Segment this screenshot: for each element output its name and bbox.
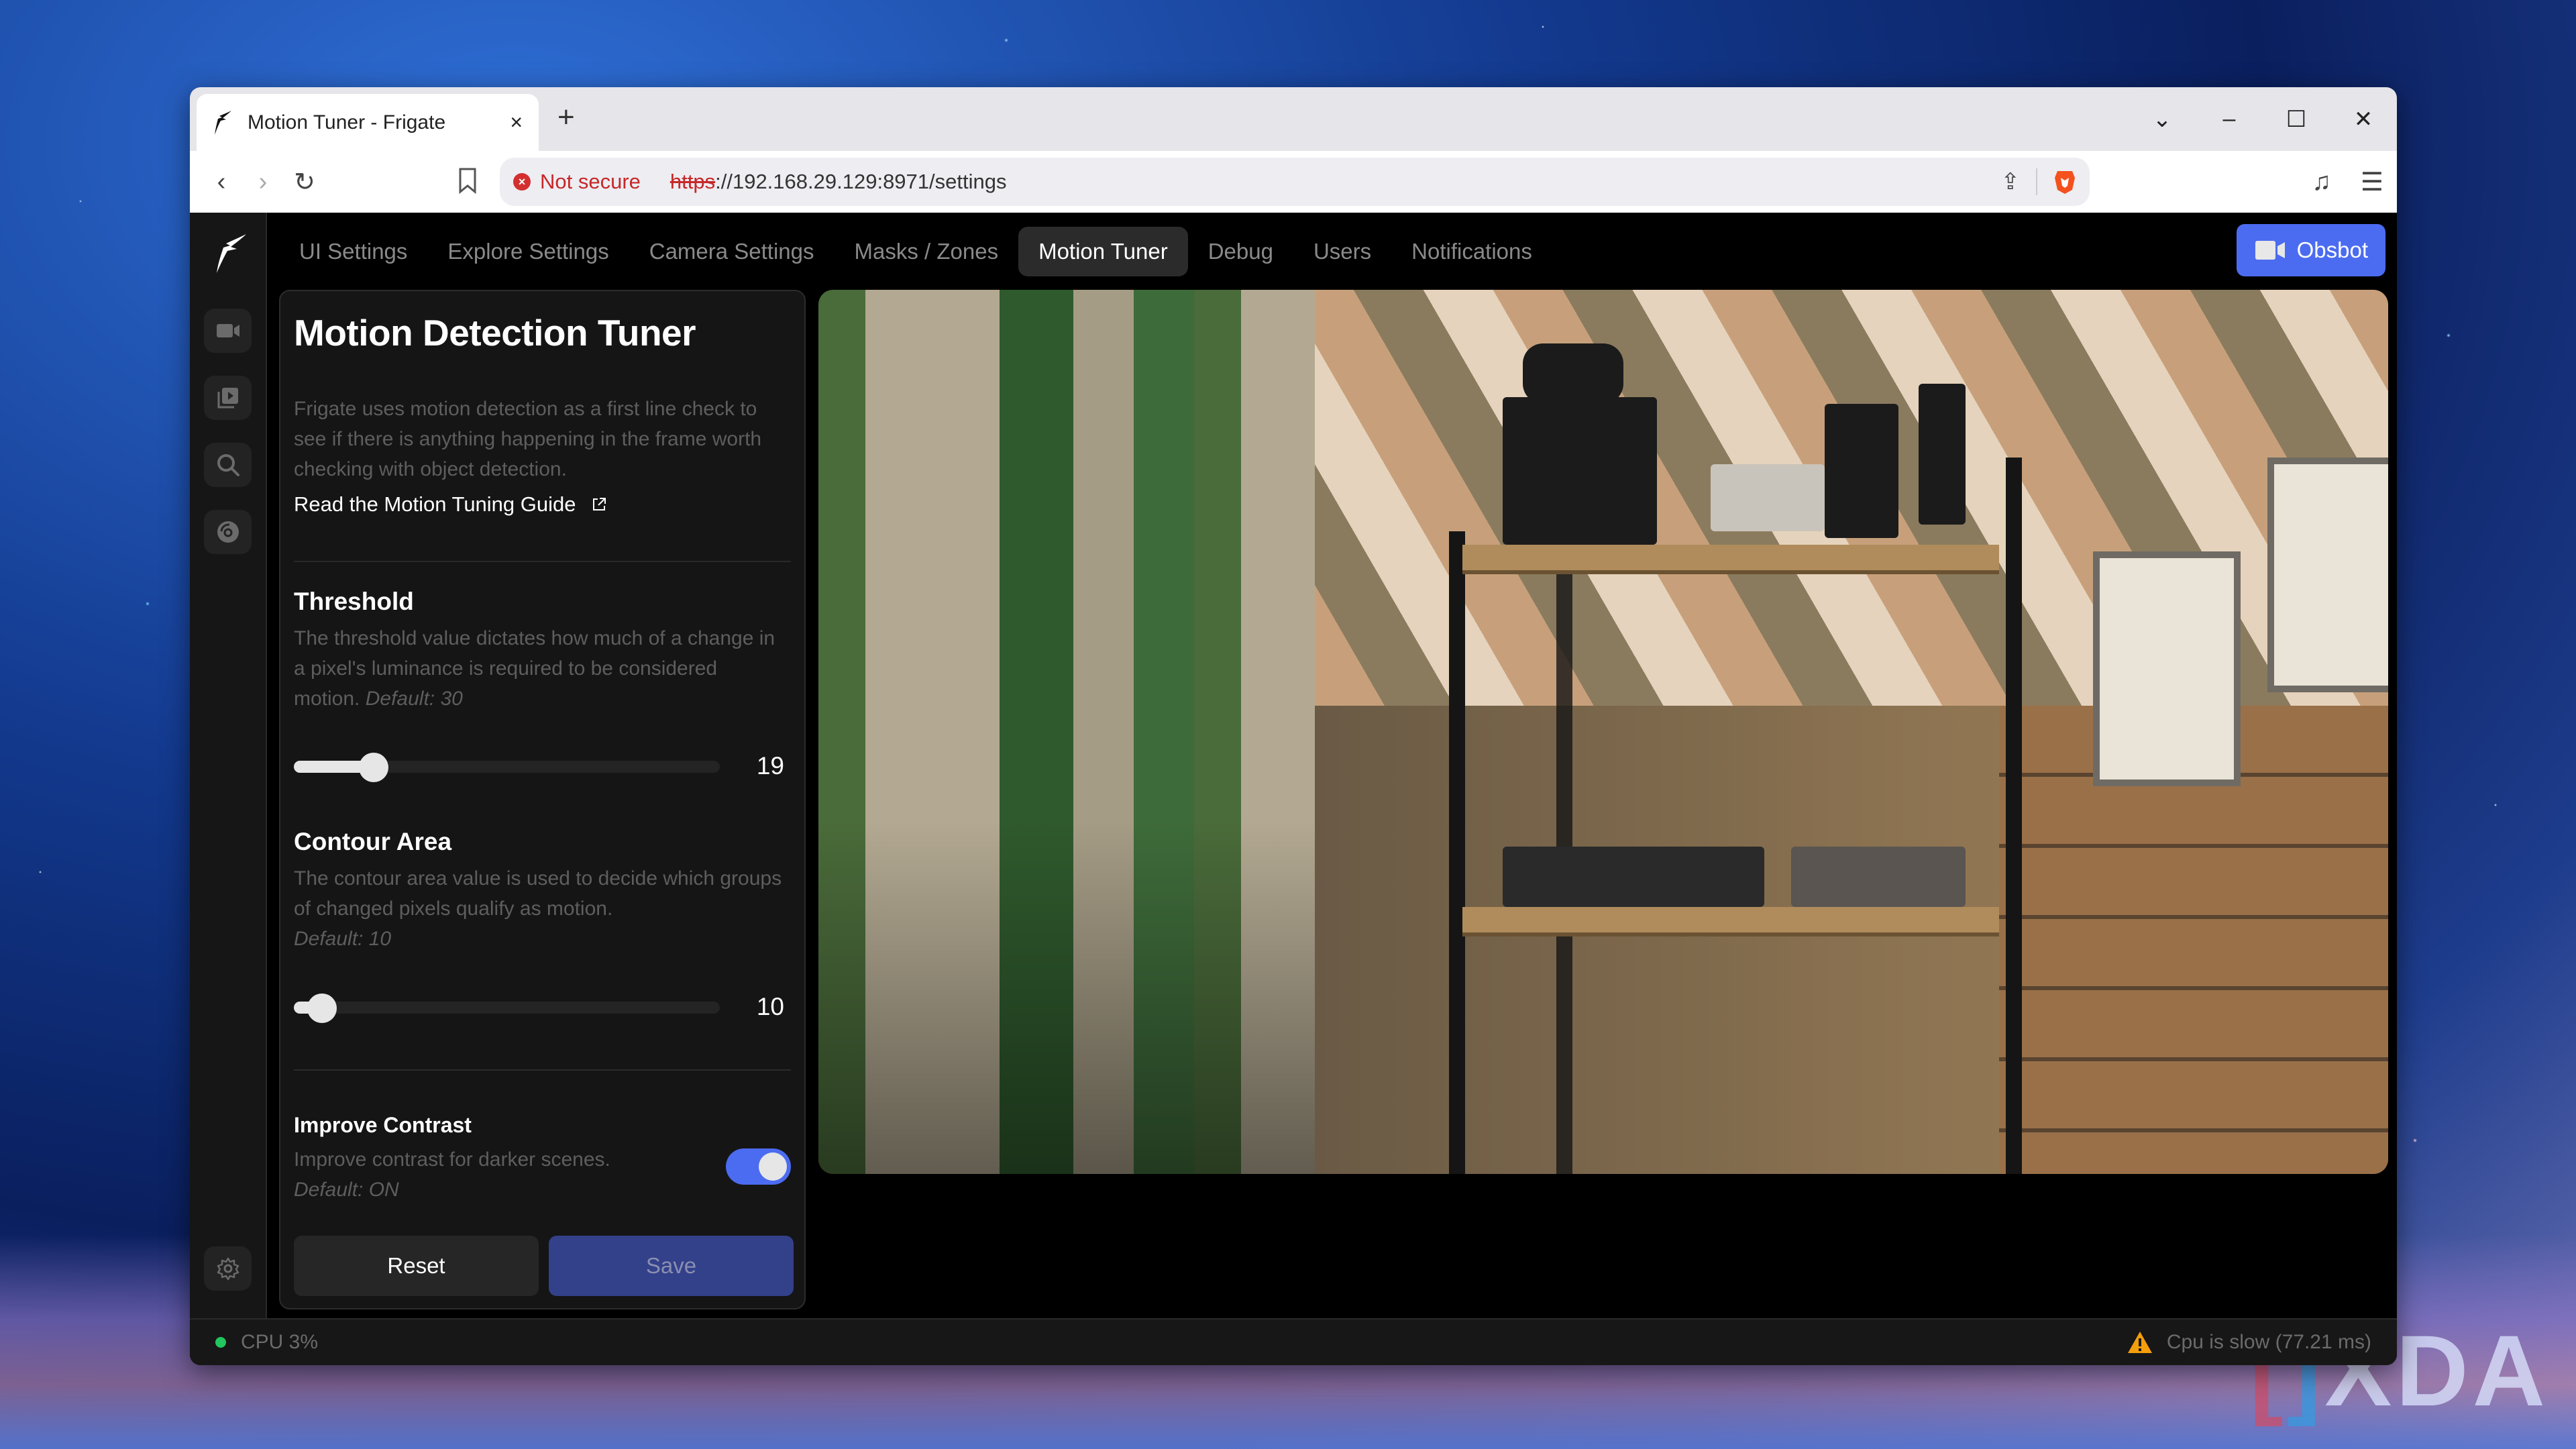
cpu-status-dot	[215, 1337, 226, 1348]
tab-notifications[interactable]: Notifications	[1391, 227, 1552, 276]
address-bar[interactable]: × Not secure https ://192.168.29.129:897…	[500, 158, 2090, 206]
tab-ui-settings[interactable]: UI Settings	[279, 227, 427, 276]
tab-debug[interactable]: Debug	[1188, 227, 1293, 276]
forward-button[interactable]: ›	[242, 168, 284, 197]
toggle-knob	[759, 1152, 787, 1181]
threshold-description: The threshold value dictates how much of…	[294, 627, 775, 710]
browser-window: Motion Tuner - Frigate × + ⌄ – ☐ ✕ ‹ › ↻…	[190, 87, 2397, 1365]
camera-select-button[interactable]: Obsbot	[2236, 224, 2385, 276]
reload-button[interactable]: ↻	[284, 167, 325, 197]
frigate-app: UI Settings Explore Settings Camera Sett…	[190, 213, 2397, 1365]
feed-picture-frame	[2267, 458, 2388, 692]
feed-shelf-board	[1462, 907, 1999, 936]
feed-device	[1791, 847, 1966, 907]
motion-tuner-panel: Motion Detection Tuner Frigate uses moti…	[279, 290, 806, 1309]
feed-shelf-post	[1449, 531, 1465, 1174]
tab-users[interactable]: Users	[1293, 227, 1391, 276]
external-link-icon	[592, 498, 606, 511]
disc-icon	[217, 521, 239, 543]
url-text: ://192.168.29.129:8971/settings	[715, 170, 1007, 193]
sidebar-item-export[interactable]	[204, 510, 252, 554]
share-icon[interactable]: ⇪	[2001, 168, 2021, 195]
contour-area-description: The contour area value is used to decide…	[294, 867, 782, 950]
back-button[interactable]: ‹	[201, 168, 242, 197]
frigate-favicon-icon	[215, 110, 231, 135]
url-scheme: https	[669, 170, 716, 193]
sidebar-item-explore[interactable]	[204, 443, 252, 487]
browser-toolbar: ‹ › ↻ × Not secure https ://192.168.29.1…	[190, 151, 2397, 214]
video-camera-icon	[2255, 241, 2285, 260]
improve-contrast-toggle[interactable]	[726, 1148, 791, 1185]
motion-guide-link[interactable]: Read the Motion Tuning Guide	[294, 492, 607, 517]
warning-icon	[2127, 1332, 2152, 1353]
feed-curtain	[818, 290, 1315, 1174]
tab-camera-settings[interactable]: Camera Settings	[629, 227, 835, 276]
cpu-warning[interactable]: Cpu is slow (77.21 ms)	[2167, 1331, 2371, 1354]
tab-masks-zones[interactable]: Masks / Zones	[835, 227, 1019, 276]
reset-button[interactable]: Reset	[294, 1236, 539, 1296]
feed-device	[1711, 464, 1825, 531]
divider	[294, 561, 791, 562]
media-controls-icon[interactable]: ♫	[2312, 168, 2331, 197]
contour-area-title: Contour Area	[294, 828, 452, 855]
video-library-icon	[217, 388, 238, 409]
tab-strip: Motion Tuner - Frigate × + ⌄ – ☐ ✕	[190, 87, 2397, 151]
tab-search-icon[interactable]: ⌄	[2129, 106, 2196, 133]
tab-close-icon[interactable]: ×	[510, 110, 523, 135]
sidebar	[190, 213, 267, 1362]
contour-area-slider[interactable]	[294, 994, 720, 1023]
feed-device	[1523, 343, 1623, 404]
feed-shelf-post	[2006, 458, 2022, 1174]
feed-device	[1825, 404, 1898, 538]
cpu-usage[interactable]: CPU 3%	[241, 1331, 318, 1354]
new-tab-button[interactable]: +	[557, 101, 575, 134]
feed-device	[1919, 384, 1966, 525]
browser-menu-icon[interactable]: ☰	[2361, 167, 2383, 197]
tab-explore-settings[interactable]: Explore Settings	[427, 227, 629, 276]
sidebar-item-settings[interactable]	[204, 1246, 252, 1291]
camera-select-label: Obsbot	[2296, 237, 2368, 262]
omnibox-divider	[2036, 168, 2037, 195]
camera-feed	[818, 290, 2388, 1174]
minimize-button[interactable]: –	[2196, 106, 2263, 132]
browser-tab[interactable]: Motion Tuner - Frigate ×	[197, 94, 539, 151]
panel-intro: Frigate uses motion detection as a first…	[294, 398, 762, 480]
close-window-button[interactable]: ✕	[2330, 106, 2397, 133]
status-bar: CPU 3% Cpu is slow (77.21 ms)	[190, 1318, 2397, 1365]
window-controls: ⌄ – ☐ ✕	[2129, 87, 2397, 151]
threshold-slider[interactable]	[294, 753, 720, 782]
motion-guide-label: Read the Motion Tuning Guide	[294, 492, 576, 516]
brave-shields-icon[interactable]	[2053, 168, 2076, 195]
bookmark-icon[interactable]	[453, 167, 482, 197]
sidebar-item-review[interactable]	[204, 376, 252, 420]
feed-picture-frame	[2093, 551, 2241, 786]
panel-title: Motion Detection Tuner	[294, 312, 696, 354]
threshold-slider-thumb[interactable]	[358, 753, 388, 782]
tab-title: Motion Tuner - Frigate	[248, 111, 446, 133]
contour-area-slider-thumb[interactable]	[307, 994, 337, 1023]
video-camera-icon	[216, 324, 239, 337]
improve-contrast-title: Improve Contrast	[294, 1113, 472, 1137]
feed-shelf-board	[1462, 545, 1999, 574]
security-status[interactable]: Not secure	[540, 170, 641, 194]
maximize-button[interactable]: ☐	[2263, 106, 2330, 133]
feed-device	[1503, 397, 1657, 545]
threshold-value: 19	[756, 752, 784, 780]
contour-area-value: 10	[756, 993, 784, 1020]
divider	[294, 1069, 791, 1071]
settings-nav: UI Settings Explore Settings Camera Sett…	[279, 213, 2397, 290]
threshold-title: Threshold	[294, 588, 414, 615]
not-secure-icon: ×	[513, 173, 531, 191]
save-button[interactable]: Save	[549, 1236, 794, 1296]
tab-motion-tuner[interactable]: Motion Tuner	[1018, 226, 1188, 276]
frigate-logo-icon[interactable]	[209, 233, 248, 274]
search-icon	[217, 454, 239, 476]
sidebar-item-live[interactable]	[204, 309, 252, 353]
improve-contrast-description: Improve contrast for darker scenes. Defau…	[294, 1148, 610, 1201]
feed-device	[1503, 847, 1764, 907]
gear-icon	[217, 1257, 239, 1281]
